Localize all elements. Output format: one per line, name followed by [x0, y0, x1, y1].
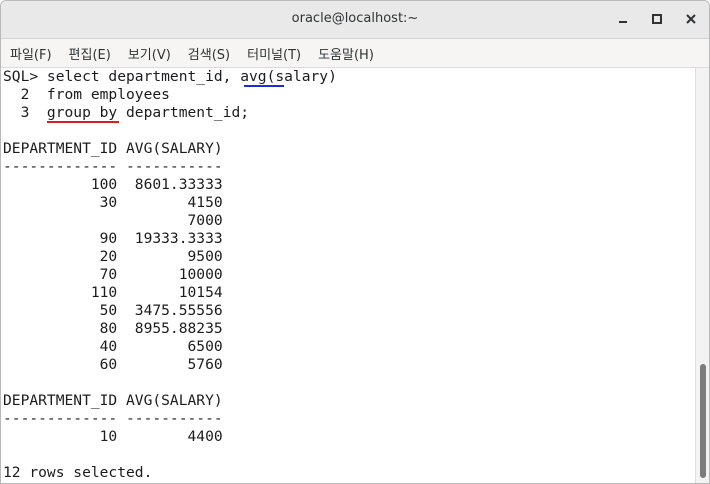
vertical-scrollbar[interactable] — [695, 68, 709, 483]
menu-file[interactable]: 파일(F) — [1, 44, 52, 63]
minimize-icon — [619, 21, 627, 23]
terminal-line: DEPARTMENT_ID AVG(SALARY) — [3, 140, 223, 157]
terminal-line: ------------- ----------- — [3, 410, 223, 427]
terminal-line: SQL> select department_id, avg(salary) — [3, 68, 337, 85]
terminal-line: 80 8955.88235 — [3, 320, 223, 337]
maximize-icon — [652, 14, 662, 24]
menu-help[interactable]: 도움말(H) — [309, 44, 374, 63]
close-icon — [686, 14, 696, 24]
terminal-line: 60 5760 — [3, 356, 223, 373]
terminal-line: 40 6500 — [3, 338, 223, 355]
group-by-underline-annotation — [47, 121, 119, 123]
menu-edit[interactable]: 편집(E) — [60, 44, 111, 63]
maximize-button[interactable] — [645, 7, 669, 31]
menu-search[interactable]: 검색(S) — [179, 44, 230, 63]
terminal-line: 50 3475.55556 — [3, 302, 223, 319]
menu-terminal[interactable]: 터미널(T) — [238, 44, 301, 63]
terminal-line: ------------- ----------- — [3, 158, 223, 175]
terminal-line: 90 19333.3333 — [3, 230, 223, 247]
title-bar: oracle@localhost:~ — [1, 1, 709, 39]
terminal-window: oracle@localhost:~ 파일(F) 편집(E) 보기(V) 검색(… — [0, 0, 710, 484]
terminal-line: 10 4400 — [3, 428, 223, 445]
window-title: oracle@localhost:~ — [291, 11, 419, 26]
terminal-line: 70 10000 — [3, 266, 223, 283]
terminal-line: 12 rows selected. — [3, 464, 153, 481]
avg-underline-annotation — [244, 85, 284, 87]
terminal-output[interactable]: SQL> select department_id, avg(salary) 2… — [1, 68, 695, 483]
terminal-line: 7000 — [3, 212, 223, 229]
terminal-line: 2 from employees — [3, 86, 170, 103]
close-button[interactable] — [679, 7, 703, 31]
menu-view[interactable]: 보기(V) — [119, 44, 171, 63]
terminal-line: 100 8601.33333 — [3, 176, 223, 193]
minimize-button[interactable] — [611, 7, 635, 31]
terminal-line: 20 9500 — [3, 248, 223, 265]
terminal-line: 3 group by department_id; — [3, 104, 250, 121]
terminal-line: DEPARTMENT_ID AVG(SALARY) — [3, 392, 223, 409]
scrollbar-thumb[interactable] — [700, 364, 706, 478]
menu-bar: 파일(F) 편집(E) 보기(V) 검색(S) 터미널(T) 도움말(H) — [1, 39, 709, 68]
terminal-line: 110 10154 — [3, 284, 223, 301]
terminal-line: 30 4150 — [3, 194, 223, 211]
